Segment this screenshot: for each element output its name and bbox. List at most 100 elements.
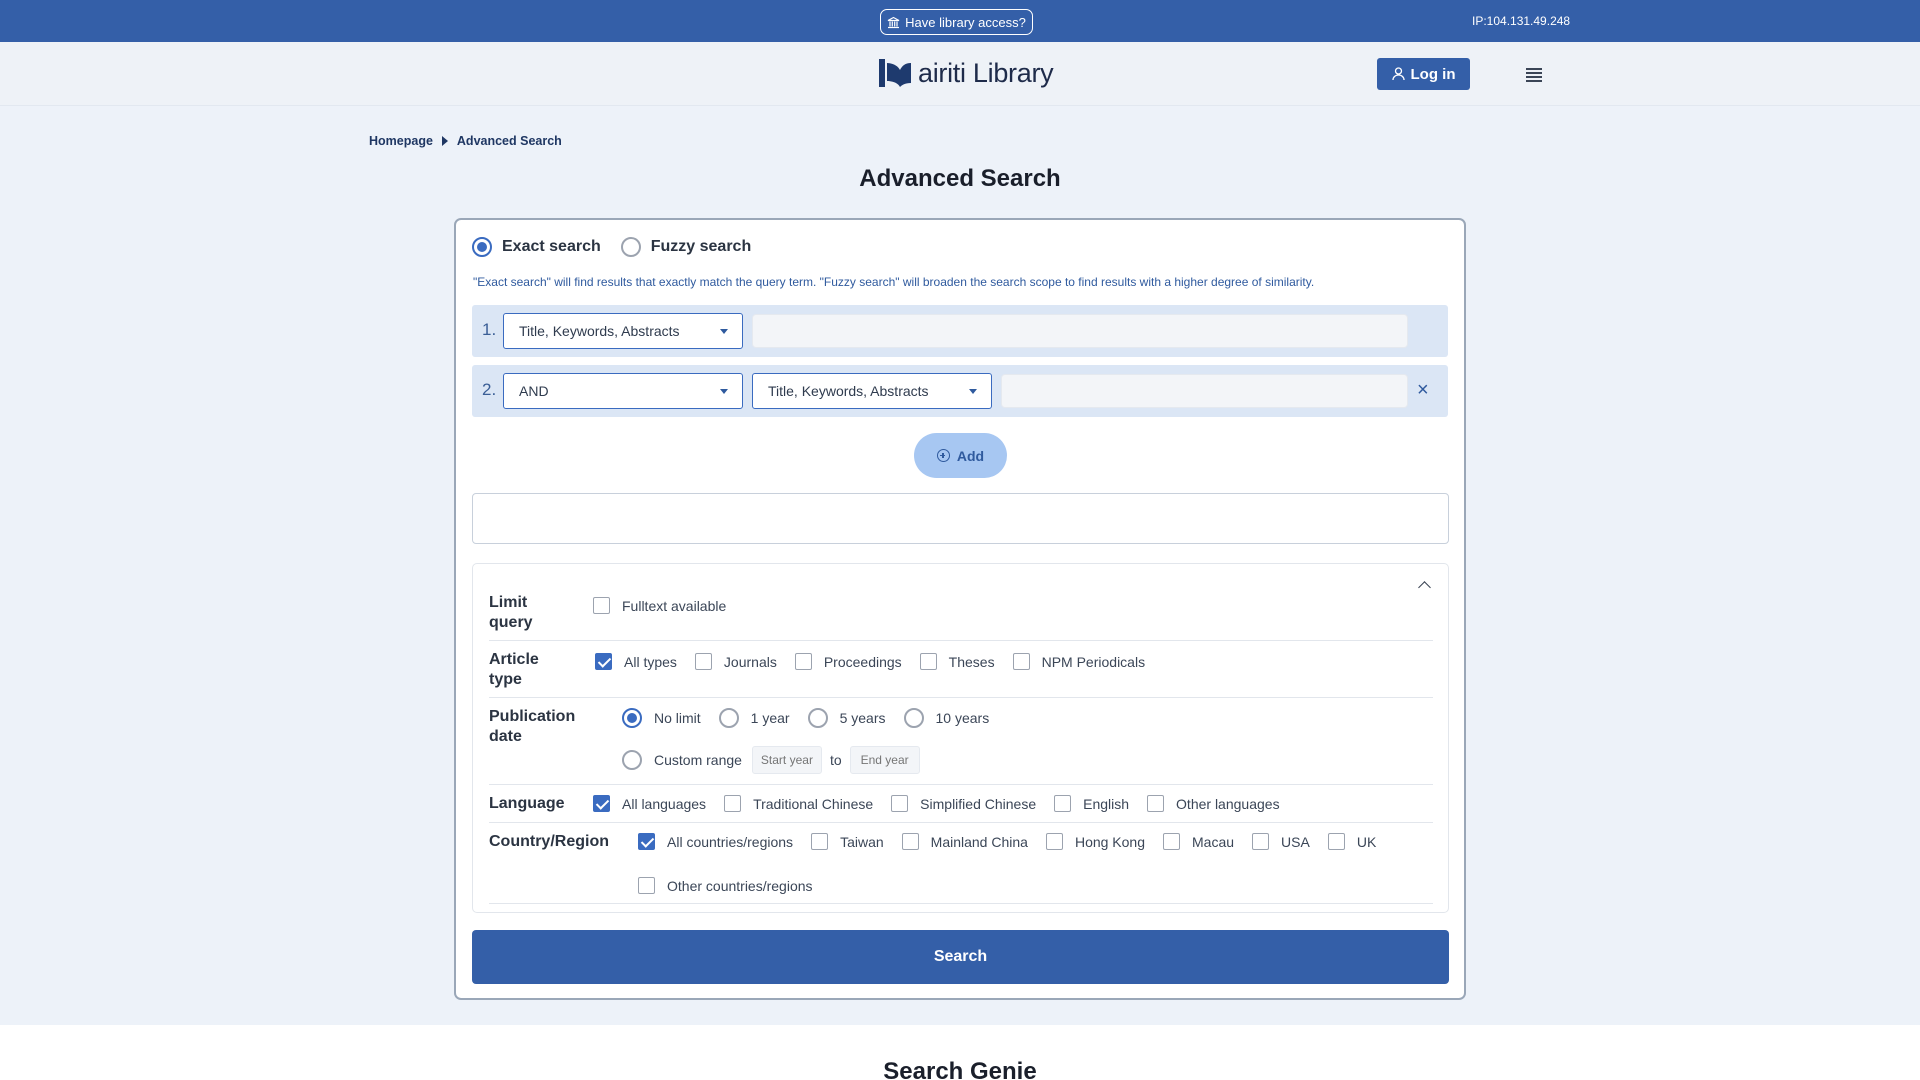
date-1-year[interactable]: 1 year [718, 708, 790, 728]
search-genie-section: Search Genie [0, 1025, 1920, 1080]
checkbox[interactable] [593, 795, 610, 812]
language-label: Language [489, 795, 565, 812]
field-select-1[interactable]: Title, Keywords, Abstracts [503, 313, 743, 349]
country-usa[interactable]: USA [1252, 833, 1310, 850]
library-access-button[interactable]: Have library access? [880, 9, 1033, 35]
option-label: All types [624, 653, 677, 670]
date-10-years[interactable]: 10 years [903, 708, 989, 728]
country-mainland-china[interactable]: Mainland China [901, 833, 1028, 850]
option-label: USA [1281, 833, 1310, 850]
article-type-all[interactable]: All types [595, 653, 677, 670]
article-type-proceedings[interactable]: Proceedings [794, 653, 902, 670]
option-label: 1 year [750, 710, 790, 726]
field-select-2[interactable]: Title, Keywords, Abstracts [752, 373, 992, 409]
article-type-theses[interactable]: Theses [919, 653, 995, 670]
publication-date-label: Publication date [489, 708, 576, 745]
radio[interactable] [903, 708, 924, 728]
country-uk[interactable]: UK [1327, 833, 1377, 850]
checkbox[interactable] [694, 653, 712, 670]
checkbox[interactable] [638, 877, 655, 894]
option-label: All languages [622, 795, 707, 812]
operator-select-2[interactable]: AND [503, 373, 743, 409]
checkbox[interactable] [1147, 795, 1165, 812]
checkbox[interactable] [724, 795, 742, 812]
site-logo[interactable]: airiti Library [878, 56, 1054, 90]
option-label: Taiwan [840, 833, 884, 850]
fuzzy-search-radio[interactable] [620, 237, 641, 257]
option-label: Journals [723, 653, 777, 670]
radio[interactable] [622, 750, 642, 770]
checkbox[interactable] [1163, 833, 1181, 850]
limit-query-label: Limit query [489, 594, 533, 631]
radio[interactable] [718, 708, 739, 728]
option-label: Mainland China [930, 833, 1028, 850]
article-type-npm-periodicals[interactable]: NPM Periodicals [1012, 653, 1146, 670]
country-other[interactable]: Other countries/regions [638, 877, 813, 894]
checkbox[interactable] [901, 833, 919, 850]
library-access-label: Have library access? [905, 14, 1026, 30]
field-select-value: Title, Keywords, Abstracts [519, 323, 680, 339]
limit-query-options: Fulltext available [593, 597, 744, 614]
end-year-input[interactable] [849, 746, 920, 774]
country-all[interactable]: All countries/regions [638, 833, 793, 850]
country-other-group: Other countries/regions [638, 877, 831, 894]
language-all[interactable]: All languages [593, 795, 706, 812]
menu-icon[interactable] [1524, 66, 1546, 84]
checkbox[interactable] [794, 653, 812, 670]
query-number: 2. [482, 380, 497, 399]
checkbox[interactable] [1327, 833, 1345, 850]
login-button[interactable]: Log in [1377, 58, 1470, 90]
option-label: UK [1356, 833, 1377, 850]
exact-search-radio[interactable] [472, 237, 492, 257]
fuzzy-search-option[interactable]: Fuzzy search [620, 237, 752, 257]
checkbox[interactable] [811, 833, 829, 850]
language-traditional-chinese[interactable]: Traditional Chinese [724, 795, 873, 812]
option-label: Theses [948, 653, 995, 670]
option-label: Fulltext available [622, 597, 727, 614]
query-input-2[interactable] [1001, 374, 1408, 408]
dropdown-caret-icon [720, 389, 728, 394]
language-english[interactable]: English [1054, 795, 1129, 812]
exact-search-option[interactable]: Exact search [472, 237, 601, 257]
radio[interactable] [622, 708, 642, 728]
country-taiwan[interactable]: Taiwan [811, 833, 884, 850]
option-label: Hong Kong [1074, 833, 1146, 850]
start-year-input[interactable] [751, 746, 822, 774]
fulltext-available-option[interactable]: Fulltext available [593, 597, 726, 614]
fulltext-checkbox[interactable] [593, 597, 610, 614]
option-label: NPM Periodicals [1041, 653, 1146, 670]
search-button[interactable]: Search [472, 930, 1449, 984]
checkbox[interactable] [919, 653, 937, 670]
option-label: Macau [1192, 833, 1235, 850]
language-other[interactable]: Other languages [1147, 795, 1280, 812]
checkbox[interactable] [1252, 833, 1270, 850]
institution-icon [887, 16, 900, 28]
remove-row-icon[interactable]: × [1417, 380, 1429, 400]
article-type-journals[interactable]: Journals [694, 653, 777, 670]
checkbox[interactable] [1045, 833, 1063, 850]
fuzzy-search-label: Fuzzy search [650, 238, 752, 255]
language-simplified-chinese[interactable]: Simplified Chinese [891, 795, 1036, 812]
checkbox[interactable] [638, 833, 655, 850]
login-label: Log in [1410, 65, 1456, 83]
field-select-value: Title, Keywords, Abstracts [768, 383, 929, 399]
country-macau[interactable]: Macau [1163, 833, 1234, 850]
checkbox[interactable] [595, 653, 612, 670]
date-5-years[interactable]: 5 years [807, 708, 886, 728]
breadcrumb-home[interactable]: Homepage [369, 134, 433, 148]
country-hong-kong[interactable]: Hong Kong [1045, 833, 1146, 850]
date-no-limit[interactable]: No limit [622, 708, 701, 728]
query-input-1[interactable] [752, 314, 1408, 348]
option-label: English [1083, 795, 1130, 812]
country-region-options: All countries/regions Taiwan Mainland Ch… [638, 833, 1394, 850]
date-custom-range[interactable]: Custom range [622, 750, 742, 770]
checkbox[interactable] [1012, 653, 1030, 670]
add-row-button[interactable]: Add [914, 433, 1007, 478]
query-preview-textarea[interactable] [472, 493, 1449, 544]
radio[interactable] [807, 708, 828, 728]
logo-text: airiti Library [918, 57, 1054, 88]
checkbox[interactable] [891, 795, 909, 812]
dropdown-caret-icon [720, 329, 728, 334]
checkbox[interactable] [1054, 795, 1072, 812]
option-label: No limit [654, 710, 701, 726]
